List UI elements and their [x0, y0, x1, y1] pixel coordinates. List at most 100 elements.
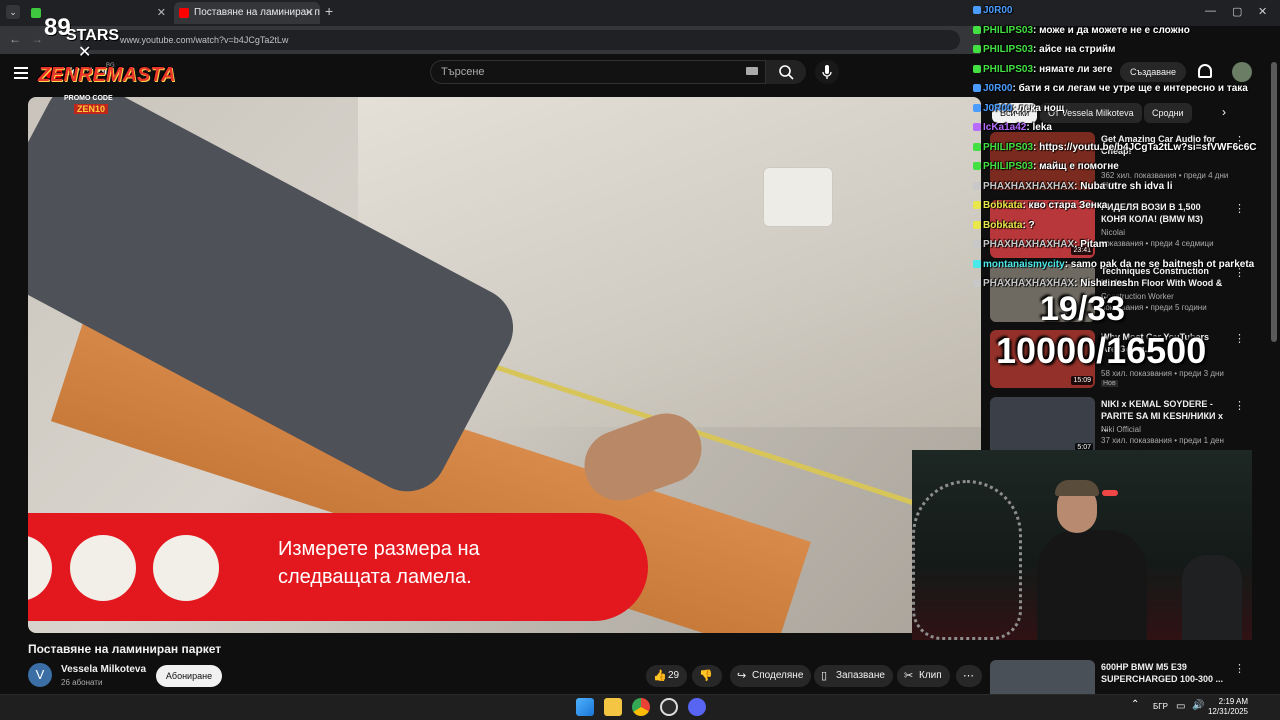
clock-time[interactable]: 2:19 AM: [1214, 697, 1248, 706]
chat-badge-icon: [973, 259, 981, 268]
chat-message: PHAXHAXHAXHAX: Nuba utre sh idva li: [973, 179, 1172, 195]
chat-username: PHAXHAXHAXHAX: [983, 180, 1075, 192]
tab-search-icon[interactable]: ⌄: [6, 5, 20, 19]
browser-toolbar: ← → www.youtube.com/watch?v=b4JCgTa2tLw: [0, 26, 980, 54]
recommendation-title[interactable]: 600HP BMW M5 E39 SUPERCHARGED 100-300 ..…: [1101, 661, 1226, 685]
chat-username: PHILIPS03: [983, 44, 1034, 55]
minimize-icon[interactable]: —: [1205, 5, 1216, 17]
create-button[interactable]: Създаване: [1120, 62, 1186, 82]
forward-icon[interactable]: →: [31, 32, 43, 46]
more-dots-icon: ⋯: [963, 670, 974, 682]
file-explorer-icon[interactable]: [604, 698, 622, 716]
windows-start-icon[interactable]: [576, 698, 594, 716]
more-vert-icon[interactable]: ⋮: [1234, 399, 1245, 412]
zen-promo-label: PROMO CODE: [64, 95, 113, 102]
close-tab-icon[interactable]: ✕: [305, 2, 314, 24]
recommendation-channel[interactable]: Niki Official: [1101, 425, 1141, 434]
clock-date[interactable]: 12/31/2025: [1207, 707, 1248, 716]
more-actions-button[interactable]: ⋯: [956, 665, 982, 687]
banner-circle: [153, 535, 219, 601]
thumbs-down-icon: 👎: [699, 670, 713, 682]
close-window-icon[interactable]: ✕: [1258, 5, 1267, 18]
like-button[interactable]: 👍 29: [646, 665, 688, 687]
chat-badge-icon: [973, 6, 981, 14]
account-avatar[interactable]: [1232, 62, 1252, 82]
volume-icon[interactable]: 🔊: [1192, 700, 1204, 711]
chat-badge-icon: [973, 25, 981, 34]
back-icon[interactable]: ←: [9, 32, 21, 46]
chat-text: : кво стара Зенка: [1022, 200, 1108, 211]
chat-badge-icon: [973, 123, 981, 131]
chat-message: J0R00: [973, 3, 1012, 19]
chat-username: J0R00: [983, 5, 1013, 16]
address-bar[interactable]: www.youtube.com/watch?v=b4JCgTa2tLw: [80, 30, 960, 50]
stars-logo-text: STARS: [66, 27, 120, 44]
chat-message: Bobkata: ?: [973, 218, 1035, 234]
youtube-favicon-icon: [179, 8, 189, 18]
caption-line-1: Измерете размера на: [278, 538, 480, 560]
search-input[interactable]: Търсене: [430, 60, 766, 84]
recommendation-title[interactable]: РИДЕЛЯ ВОЗИ В 1,500 КОНЯ КОЛА! (BMW M3): [1101, 201, 1226, 225]
video-title: Поставяне на ламиниран паркет: [28, 642, 222, 656]
video-caption-text: Измерете размера на следващата ламела.: [278, 535, 618, 591]
browser-tab-2[interactable]: Поставяне на ламиниран п ✕: [174, 2, 320, 24]
chat-badge-icon: [973, 279, 981, 287]
chat-username: PHILIPS03: [983, 161, 1034, 172]
chat-username: J0R00: [983, 102, 1013, 114]
new-tab-icon[interactable]: +: [325, 3, 339, 21]
scissors-icon: ✂: [904, 670, 914, 682]
channel-name[interactable]: Vessela Milkoteva: [61, 664, 146, 675]
chat-badge-icon: [973, 84, 981, 92]
chat-badge-icon: [973, 64, 981, 73]
chrome-icon[interactable]: [632, 698, 650, 716]
recommendation-channel[interactable]: Nicolai: [1101, 228, 1125, 237]
chat-text: : leka: [1026, 122, 1052, 133]
chevron-right-icon[interactable]: ›: [1222, 105, 1226, 119]
maximize-icon[interactable]: ▢: [1232, 5, 1242, 18]
video-player[interactable]: Измерете размера на следващата ламела.: [28, 97, 981, 633]
chat-text: : нямате ли зеге: [1033, 63, 1113, 75]
chat-username: J0R00: [983, 83, 1013, 94]
search-button[interactable]: [766, 60, 806, 84]
chip-related[interactable]: Сродни: [1144, 103, 1192, 123]
page-scrollbar[interactable]: [1271, 62, 1277, 342]
more-vert-icon[interactable]: ⋮: [1234, 332, 1245, 345]
chat-badge-icon: [973, 181, 981, 190]
notifications-bell-icon[interactable]: [1198, 64, 1212, 78]
more-vert-icon[interactable]: ⋮: [1234, 202, 1245, 215]
zen-logo-title: ZENREMASTA: [38, 64, 176, 86]
save-button[interactable]: ▯ Запазване: [814, 665, 893, 687]
clip-button[interactable]: ✂ Клип: [897, 665, 950, 687]
chat-badge-icon: [973, 103, 981, 112]
language-indicator[interactable]: БГР: [1153, 702, 1168, 711]
voice-search-button[interactable]: [815, 60, 839, 84]
recommendation-item[interactable]: 5:07 NIKI x KEMAL SOYDERE - PARITE SA MI …: [990, 397, 1250, 455]
network-icon[interactable]: ▭: [1176, 701, 1185, 712]
chat-message: IcKa1a42: leka: [973, 120, 1052, 136]
channel-avatar[interactable]: V: [28, 663, 52, 687]
system-tray-chevron-icon[interactable]: ⌃: [1131, 699, 1139, 710]
share-button[interactable]: ↪ Споделяне: [730, 665, 812, 687]
chat-message: Bobkata: кво стара Зенка: [973, 198, 1107, 214]
chat-text: : бати я си легам че утре ще е интересно…: [1012, 83, 1248, 94]
discord-icon[interactable]: [688, 698, 706, 716]
stars-logo-cross-icon: ✕: [78, 44, 92, 61]
kick-favicon-icon: [31, 8, 41, 18]
chat-message: PHILIPS03: https://youtu.be/b4JCgTa2tLw?…: [973, 140, 1256, 156]
subscribe-button[interactable]: Абониране: [156, 665, 222, 687]
hamburger-menu-icon[interactable]: [14, 67, 28, 79]
dislike-button[interactable]: 👎: [692, 665, 722, 687]
keyboard-icon[interactable]: [746, 67, 758, 75]
close-tab-icon[interactable]: ✕: [157, 2, 166, 24]
obs-icon[interactable]: [660, 698, 678, 716]
clip-label: Клип: [919, 670, 942, 681]
webcam-streamer-cap: [1055, 480, 1099, 496]
chat-text: : ?: [1022, 219, 1035, 231]
bookmark-icon: ▯: [821, 670, 828, 682]
chat-message: montanaismycity: samo pak da ne se baitn…: [973, 257, 1254, 273]
chat-text: : https://youtu.be/b4JCgTa2tLw?si=sfVWF6…: [1033, 141, 1257, 153]
more-vert-icon[interactable]: ⋮: [1234, 662, 1245, 675]
thumbs-up-icon: 👍: [653, 670, 667, 682]
chat-text: : Pitam: [1074, 239, 1108, 250]
chat-message: PHILIPS03: нямате ли зеге: [973, 62, 1112, 78]
